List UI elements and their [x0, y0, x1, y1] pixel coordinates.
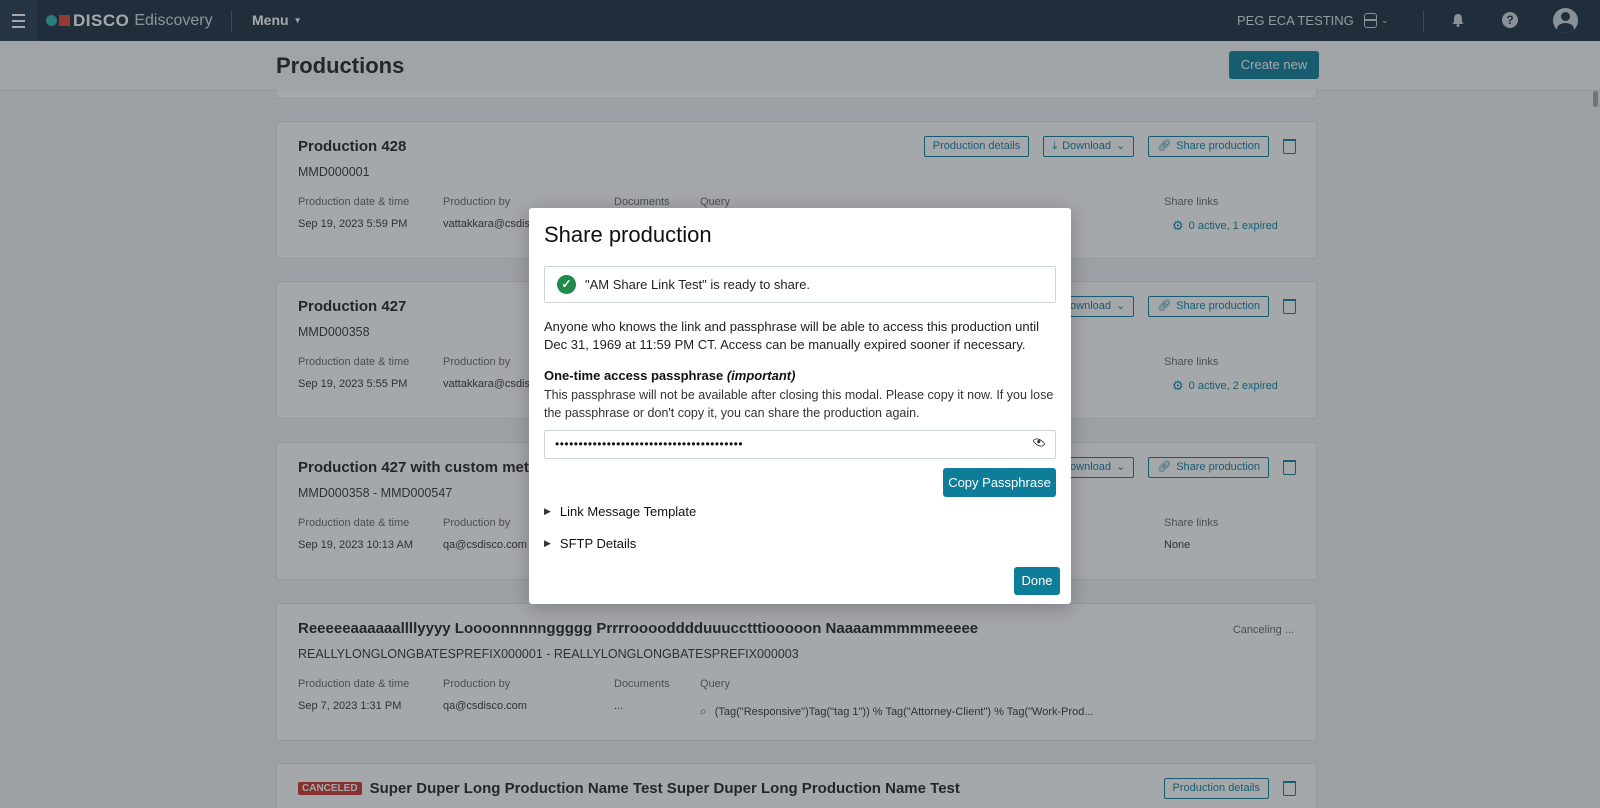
- modal-title: Share production: [544, 222, 712, 247]
- link-message-template-toggle[interactable]: ▶ Link Message Template: [544, 504, 696, 519]
- share-production-modal: Share production ✓ "AM Share Link Test" …: [529, 208, 1071, 604]
- scrollbar[interactable]: [1593, 91, 1598, 107]
- accordion-label: Link Message Template: [559, 504, 697, 519]
- copy-passphrase-button[interactable]: Copy Passphrase: [943, 468, 1056, 497]
- passphrase-help: This passphrase will not be available af…: [544, 388, 1054, 420]
- check-circle-icon: ✓: [557, 275, 576, 294]
- accordion-label: SFTP Details: [559, 536, 637, 551]
- sftp-details-toggle[interactable]: ▶ SFTP Details: [544, 536, 636, 551]
- caret-right-icon: ▶: [544, 506, 551, 516]
- passphrase-field[interactable]: ••••••••••••••••••••••••••••••••••••••••: [544, 430, 1056, 459]
- alert-text: "AM Share Link Test" is ready to share.: [585, 277, 811, 292]
- passphrase-label-emphasis: (important): [726, 368, 796, 383]
- caret-right-icon: ▶: [544, 538, 551, 548]
- passphrase-label: One-time access passphrase (important): [544, 368, 795, 383]
- success-alert: ✓ "AM Share Link Test" is ready to share…: [544, 266, 1056, 303]
- passphrase-label-text: One-time access passphrase: [544, 368, 724, 383]
- done-button[interactable]: Done: [1014, 567, 1060, 595]
- access-description: Anyone who knows the link and passphrase…: [544, 319, 1040, 352]
